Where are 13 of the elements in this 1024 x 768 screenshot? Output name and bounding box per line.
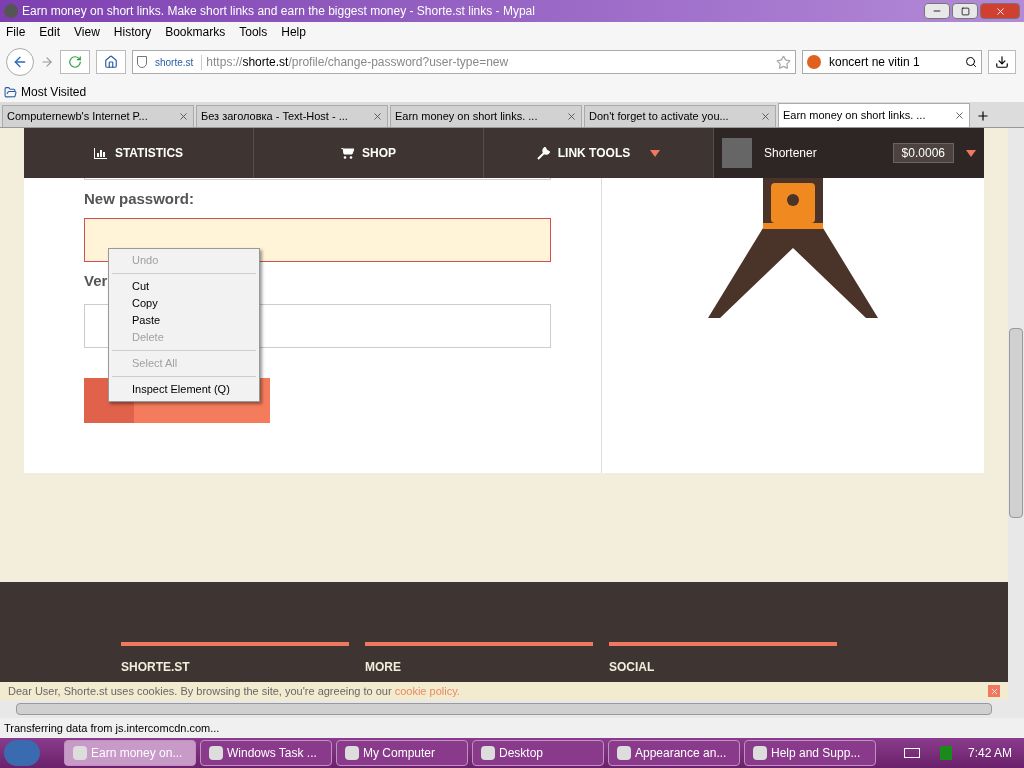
footer-heading: SOCIAL <box>609 659 656 676</box>
field-label: Ver <box>84 270 108 291</box>
field-label: New password: <box>84 188 196 209</box>
balance-badge: $0.0006 <box>892 143 954 163</box>
url-text: https://shorte.st/profile/change-password?user-type=new <box>206 54 510 71</box>
user-name: Shortener <box>764 145 818 162</box>
search-text: koncert ne vitin 1 <box>829 54 921 71</box>
footer-heading: SHORTE.ST <box>121 659 191 676</box>
status-text: Transferring data from js.intercomcdn.com... <box>4 720 220 736</box>
window-title: Earn money on short links. Make short links and earn the biggest money - Shorte.st links - Mypal <box>22 3 536 20</box>
cookie-notice: Dear User, Shorte.st uses cookies. By browsing the site, you're agreeing to our cookie policy. <box>8 683 461 699</box>
clock: 7:42 AM <box>967 745 1012 762</box>
footer-heading: MORE <box>365 659 402 676</box>
